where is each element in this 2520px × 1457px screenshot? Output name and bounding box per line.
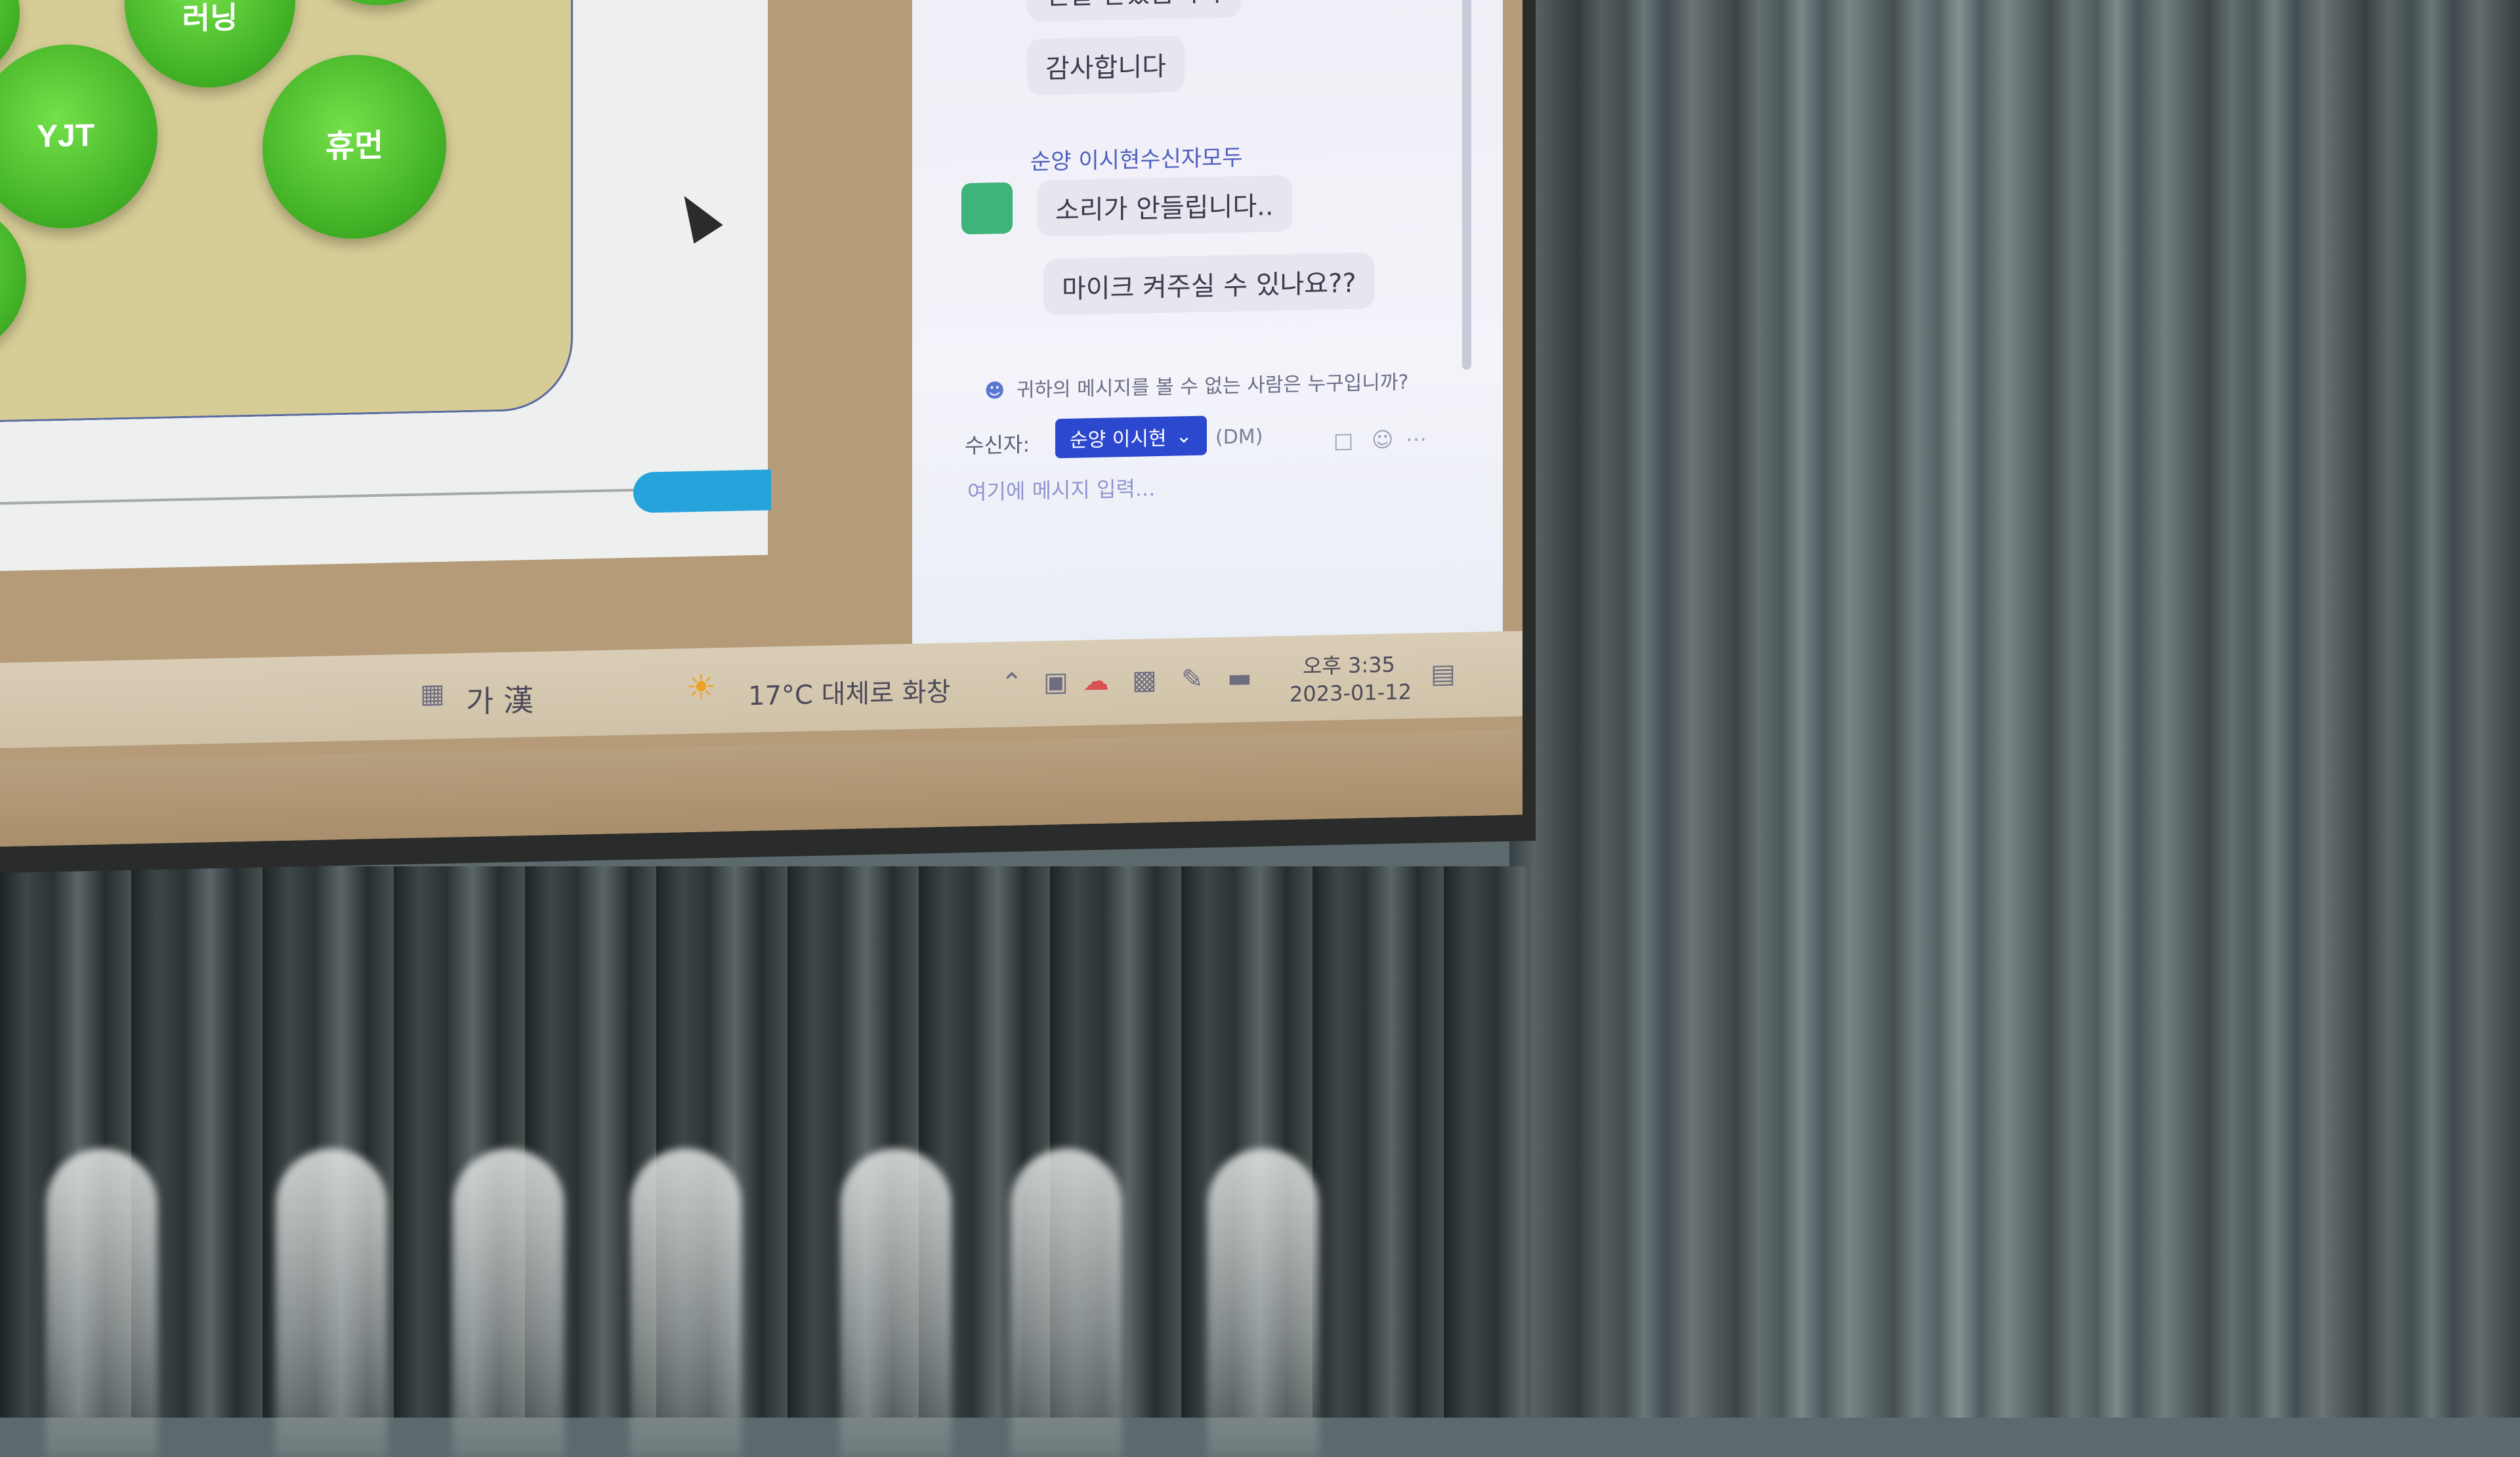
bubble-deep-cheese-learning: 딥치즈 러닝 xyxy=(125,0,295,90)
weather-text[interactable]: 17°C 대체로 화창 xyxy=(748,671,950,713)
chat-message: 감사합니다 xyxy=(1027,35,1185,96)
bubble-human: 휴먼 xyxy=(262,53,446,241)
light-glow xyxy=(46,1149,158,1457)
projector-screen-frame: 딥치즈 러닝 YJT 휴먼 전달 받았습니다 감사합니다 순양 이시현수신자모두… xyxy=(0,0,1536,873)
visibility-notice-text: 귀하의 메시지를 볼 수 없는 사람은 누구입니까? xyxy=(1016,371,1409,402)
presentation-slide: 딥치즈 러닝 YJT 휴먼 xyxy=(0,0,771,572)
taskbar: ▦ 가 漢 ☀ 17°C 대체로 화창 ⌃ ▣ ☁ ▩ ✎ ▬ 오후 3:35 … xyxy=(0,631,1522,748)
chat-scrollbar[interactable] xyxy=(1462,0,1471,370)
curtain-lower-background xyxy=(0,866,1529,1457)
person-icon: ☻ xyxy=(984,379,1005,403)
dm-tag: (DM) xyxy=(1215,425,1263,450)
emoji-icon[interactable]: ☺ xyxy=(1372,427,1393,453)
bubble-partial xyxy=(0,203,26,357)
chat-message: 마이크 켜주실 수 있나요?? xyxy=(1043,252,1375,316)
notification-icon[interactable]: ▤ xyxy=(1431,659,1456,690)
slide-panel: 딥치즈 러닝 YJT 휴먼 xyxy=(0,0,573,423)
message-input[interactable] xyxy=(966,465,1428,510)
light-glow xyxy=(840,1149,952,1457)
tray-app-icon[interactable]: ▣ xyxy=(1043,667,1068,698)
mouse-cursor-icon xyxy=(669,186,723,244)
light-glow xyxy=(276,1149,387,1457)
chat-message: 전달 받았습니다 xyxy=(1027,0,1242,22)
keyboard-icon[interactable]: ▦ xyxy=(420,679,445,709)
recipient-value: 순양 이시현 xyxy=(1070,427,1167,452)
bubble-partial xyxy=(315,0,446,7)
weather-icon[interactable]: ☀ xyxy=(686,667,717,707)
clock-date[interactable]: 2023-01-12 xyxy=(1290,679,1412,707)
pen-icon[interactable]: ✎ xyxy=(1181,664,1204,695)
keyboard-tray-icon[interactable]: ▬ xyxy=(1227,663,1252,694)
visibility-notice[interactable]: ☻ 귀하의 메시지를 볼 수 없는 사람은 누구입니까? xyxy=(984,366,1408,404)
light-glow xyxy=(453,1149,564,1457)
ime-indicator[interactable]: 가 漢 xyxy=(466,677,534,721)
sender-name: 순양 이시현수신자모두 xyxy=(1030,144,1243,176)
light-glow xyxy=(1011,1149,1122,1457)
recipient-dropdown[interactable]: 순양 이시현 ⌄ xyxy=(1055,415,1207,459)
curtain-background xyxy=(1509,0,2520,1418)
more-icon[interactable]: ⋯ xyxy=(1406,426,1427,452)
clock-time[interactable]: 오후 3:35 xyxy=(1303,648,1395,680)
network-icon[interactable]: ▩ xyxy=(1132,665,1157,696)
slide-divider xyxy=(0,488,637,505)
chat-panel: 전달 받았습니다 감사합니다 순양 이시현수신자모두 소리가 안들립니다.. 마… xyxy=(912,0,1503,650)
avatar xyxy=(961,182,1013,235)
light-glow xyxy=(1208,1149,1319,1457)
chat-message: 소리가 안들립니다.. xyxy=(1037,175,1292,237)
file-icon[interactable]: □ xyxy=(1334,428,1353,454)
chevron-up-icon[interactable]: ⌃ xyxy=(1001,667,1023,698)
light-glow xyxy=(630,1149,742,1457)
chevron-down-icon: ⌄ xyxy=(1175,424,1192,448)
bubble-yjt: YJT xyxy=(0,42,158,230)
projected-desktop: 딥치즈 러닝 YJT 휴먼 전달 받았습니다 감사합니다 순양 이시현수신자모두… xyxy=(0,0,1522,847)
screen-bottom-edge xyxy=(0,729,1522,847)
recipient-label: 수신자: xyxy=(965,432,1030,459)
cloud-icon[interactable]: ☁ xyxy=(1083,666,1109,697)
slide-scroll-handle[interactable] xyxy=(633,469,771,513)
